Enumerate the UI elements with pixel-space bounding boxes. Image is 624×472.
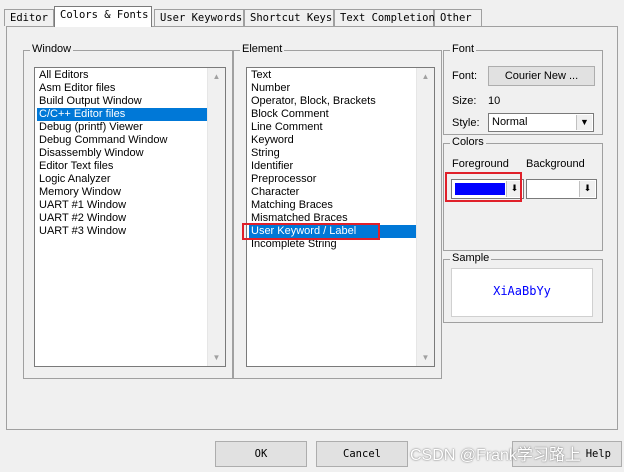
foreground-label: Foreground	[452, 158, 509, 170]
element-list-item[interactable]: Block Comment	[249, 108, 416, 121]
background-swatch	[530, 183, 578, 195]
tab-bar: Editor Colors & Fonts User Keywords Shor…	[4, 6, 624, 28]
cancel-button[interactable]: Cancel	[316, 441, 408, 467]
window-list-item[interactable]: UART #2 Window	[37, 212, 207, 225]
element-list-item[interactable]: Operator, Block, Brackets	[249, 95, 416, 108]
element-list-item[interactable]: Number	[249, 82, 416, 95]
window-list-item[interactable]: Editor Text files	[37, 160, 207, 173]
tab-other[interactable]: Other	[434, 9, 482, 26]
window-list-item[interactable]: Memory Window	[37, 186, 207, 199]
window-scrollbar[interactable]: ▲ ▼	[207, 68, 225, 366]
window-list-item[interactable]: Debug Command Window	[37, 134, 207, 147]
style-label: Style:	[452, 117, 480, 129]
sample-panel-title: Sample	[450, 252, 492, 264]
element-panel-title: Element	[240, 43, 285, 55]
scroll-up-icon[interactable]: ▲	[208, 68, 225, 85]
chevron-down-icon[interactable]: ▼	[576, 115, 592, 130]
window-list: All Editors Asm Editor files Build Output …	[37, 69, 207, 238]
ok-button[interactable]: OK	[215, 441, 307, 467]
style-dropdown[interactable]: Normal ▼	[488, 113, 594, 132]
window-list-item[interactable]: C/C++ Editor files	[37, 108, 207, 121]
tab-colors-fonts[interactable]: Colors & Fonts	[54, 6, 152, 27]
window-list-item[interactable]: UART #1 Window	[37, 199, 207, 212]
tab-editor[interactable]: Editor	[4, 9, 54, 26]
highlight-box-element	[242, 223, 380, 240]
scroll-up-icon[interactable]: ▲	[417, 68, 434, 85]
element-list-item[interactable]: Preprocessor	[249, 173, 416, 186]
window-panel-title: Window	[30, 43, 74, 55]
size-label: Size:	[452, 95, 477, 107]
element-list-item[interactable]: Matching Braces	[249, 199, 416, 212]
highlight-box-foreground	[445, 172, 522, 202]
size-value: 10	[488, 95, 501, 107]
scroll-down-icon[interactable]: ▼	[208, 349, 225, 366]
window-list-item[interactable]: All Editors	[37, 69, 207, 82]
style-value: Normal	[492, 116, 528, 128]
font-label: Font:	[452, 70, 478, 82]
element-list-item[interactable]: Text	[249, 69, 416, 82]
window-list-item[interactable]: UART #3 Window	[37, 225, 207, 238]
colors-panel-title: Colors	[450, 136, 486, 148]
element-list-item[interactable]: Character	[249, 186, 416, 199]
window-panel: Window All Editors Asm Editor files Build …	[23, 43, 233, 379]
window-list-item[interactable]: Logic Analyzer	[37, 173, 207, 186]
font-select-button[interactable]: Courier New ...	[488, 66, 595, 86]
dropdown-arrow-icon[interactable]: ⬇	[579, 181, 595, 197]
scroll-down-icon[interactable]: ▼	[417, 349, 434, 366]
window-list-item[interactable]: Build Output Window	[37, 95, 207, 108]
tab-user-keywords[interactable]: User Keywords	[154, 9, 244, 26]
element-list-item[interactable]: Identifier	[249, 160, 416, 173]
window-list-item[interactable]: Disassembly Window	[37, 147, 207, 160]
tab-text-completion[interactable]: Text Completion	[334, 9, 435, 26]
window-list-item[interactable]: Debug (printf) Viewer	[37, 121, 207, 134]
sample-panel: Sample XiAaBbYy	[443, 252, 603, 323]
background-label: Background	[526, 158, 585, 170]
element-scrollbar[interactable]: ▲ ▼	[416, 68, 434, 366]
tab-shortcut-keys[interactable]: Shortcut Keys	[244, 9, 334, 26]
font-panel-title: Font	[450, 43, 477, 55]
background-color-picker[interactable]: ⬇	[526, 179, 597, 199]
sample-preview: XiAaBbYy	[451, 268, 593, 317]
watermark-text: CSDN @Frank学习路上	[410, 447, 581, 464]
font-panel: Font Font: Courier New ... Size: 10 Styl…	[443, 43, 603, 135]
sample-text: XiAaBbYy	[493, 284, 551, 298]
element-list-item[interactable]: Keyword	[249, 134, 416, 147]
element-list-item[interactable]: Line Comment	[249, 121, 416, 134]
window-list-item[interactable]: Asm Editor files	[37, 82, 207, 95]
element-list-item[interactable]: String	[249, 147, 416, 160]
window-listbox[interactable]: All Editors Asm Editor files Build Output …	[34, 67, 226, 367]
element-listbox[interactable]: Text Number Operator, Block, Brackets Block…	[246, 67, 435, 367]
element-panel: Element Text Number Operator, Block, Brack…	[233, 43, 442, 379]
